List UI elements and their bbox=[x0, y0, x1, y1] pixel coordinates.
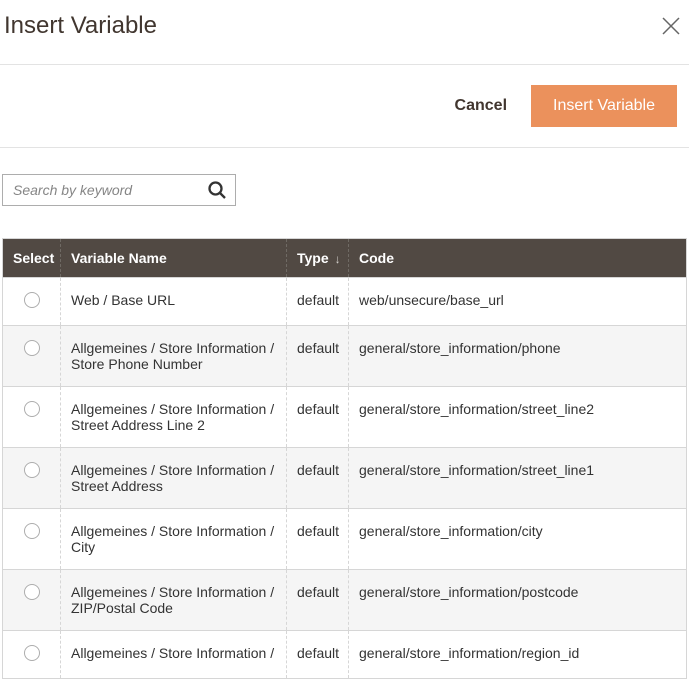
select-radio[interactable] bbox=[24, 584, 40, 600]
select-cell bbox=[3, 387, 61, 448]
select-cell bbox=[3, 326, 61, 387]
table-row[interactable]: Allgemeines / Store Information / Street… bbox=[3, 448, 687, 509]
col-header-code[interactable]: Code bbox=[349, 239, 687, 278]
select-radio[interactable] bbox=[24, 401, 40, 417]
select-cell bbox=[3, 509, 61, 570]
type-cell: default bbox=[287, 570, 349, 631]
code-cell: general/store_information/city bbox=[349, 509, 687, 570]
close-button[interactable] bbox=[657, 12, 685, 40]
type-cell: default bbox=[287, 278, 349, 326]
modal-header: Insert Variable bbox=[0, 0, 689, 64]
type-cell: default bbox=[287, 326, 349, 387]
select-cell bbox=[3, 448, 61, 509]
close-icon bbox=[661, 16, 681, 36]
cancel-button[interactable]: Cancel bbox=[455, 97, 507, 115]
variable-name-cell: Allgemeines / Store Information / Street… bbox=[61, 448, 287, 509]
code-cell: general/store_information/street_line2 bbox=[349, 387, 687, 448]
table-row[interactable]: Allgemeines / Store Information /default… bbox=[3, 631, 687, 679]
variables-table: Select Variable Name Type↓ Code Web / Ba… bbox=[2, 238, 687, 679]
col-header-type[interactable]: Type↓ bbox=[287, 239, 349, 278]
table-row[interactable]: Allgemeines / Store Information / ZIP/Po… bbox=[3, 570, 687, 631]
code-cell: general/store_information/postcode bbox=[349, 570, 687, 631]
variable-name-cell: Allgemeines / Store Information / Street… bbox=[61, 387, 287, 448]
table-header-row: Select Variable Name Type↓ Code bbox=[3, 239, 687, 278]
select-radio[interactable] bbox=[24, 462, 40, 478]
select-radio[interactable] bbox=[24, 340, 40, 356]
type-cell: default bbox=[287, 448, 349, 509]
table-row[interactable]: Allgemeines / Store Information / Store … bbox=[3, 326, 687, 387]
select-cell bbox=[3, 631, 61, 679]
type-cell: default bbox=[287, 509, 349, 570]
search-icon[interactable] bbox=[207, 180, 227, 200]
variable-name-cell: Allgemeines / Store Information / City bbox=[61, 509, 287, 570]
search-box bbox=[2, 174, 236, 206]
table-row[interactable]: Allgemeines / Store Information / Street… bbox=[3, 387, 687, 448]
col-header-name[interactable]: Variable Name bbox=[61, 239, 287, 278]
select-cell bbox=[3, 278, 61, 326]
variable-name-cell: Allgemeines / Store Information / bbox=[61, 631, 287, 679]
code-cell: general/store_information/street_line1 bbox=[349, 448, 687, 509]
actions-bar: Cancel Insert Variable bbox=[0, 64, 689, 148]
modal-title: Insert Variable bbox=[4, 12, 157, 40]
table-row[interactable]: Allgemeines / Store Information / Cityde… bbox=[3, 509, 687, 570]
col-header-select[interactable]: Select bbox=[3, 239, 61, 278]
select-radio[interactable] bbox=[24, 523, 40, 539]
code-cell: general/store_information/region_id bbox=[349, 631, 687, 679]
select-radio[interactable] bbox=[24, 645, 40, 661]
code-cell: general/store_information/phone bbox=[349, 326, 687, 387]
search-input[interactable] bbox=[11, 181, 207, 199]
insert-variable-button[interactable]: Insert Variable bbox=[531, 85, 677, 127]
select-cell bbox=[3, 570, 61, 631]
grid-wrapper: Select Variable Name Type↓ Code Web / Ba… bbox=[0, 214, 689, 679]
code-cell: web/unsecure/base_url bbox=[349, 278, 687, 326]
table-body: Web / Base URLdefaultweb/unsecure/base_u… bbox=[3, 278, 687, 679]
table-row[interactable]: Web / Base URLdefaultweb/unsecure/base_u… bbox=[3, 278, 687, 326]
variable-name-cell: Allgemeines / Store Information / ZIP/Po… bbox=[61, 570, 287, 631]
select-radio[interactable] bbox=[24, 292, 40, 308]
sort-arrow-icon: ↓ bbox=[335, 252, 341, 266]
search-wrapper bbox=[0, 148, 238, 214]
type-cell: default bbox=[287, 631, 349, 679]
variable-name-cell: Allgemeines / Store Information / Store … bbox=[61, 326, 287, 387]
type-cell: default bbox=[287, 387, 349, 448]
variable-name-cell: Web / Base URL bbox=[61, 278, 287, 326]
